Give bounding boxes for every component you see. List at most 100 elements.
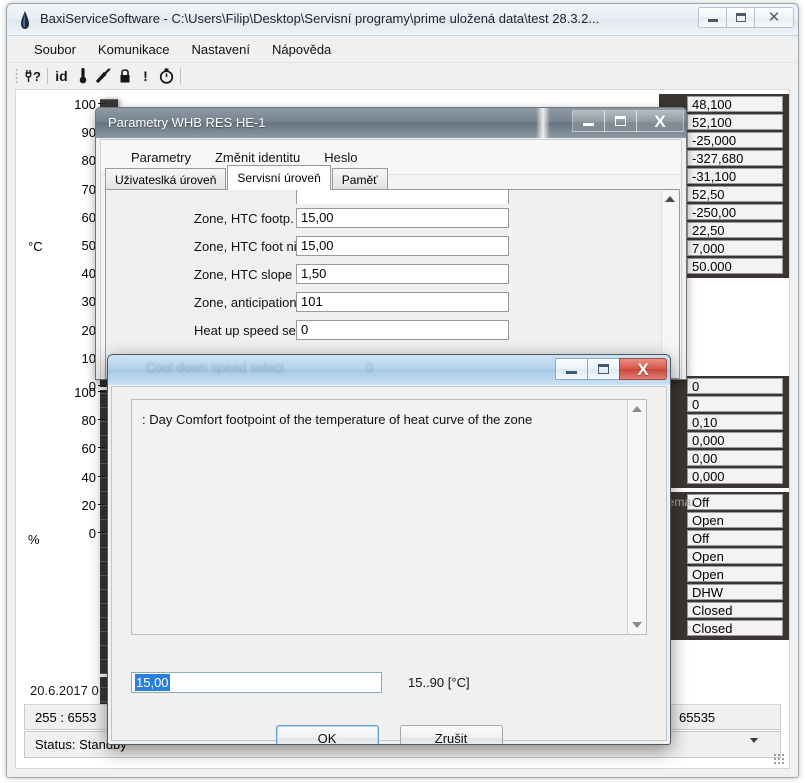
main-window-controls: ✕: [698, 7, 794, 28]
tab-uzivatelska-uroven[interactable]: Uživateslká úroveň: [105, 168, 227, 190]
celsius-tick-label: 40: [81, 266, 96, 282]
value-field[interactable]: 7,000: [687, 240, 783, 256]
resize-grip[interactable]: [773, 753, 785, 765]
wrench-icon[interactable]: [93, 66, 114, 86]
minimize-button[interactable]: [698, 7, 727, 28]
value-field[interactable]: Open: [687, 548, 783, 564]
params-minimize-button[interactable]: [572, 110, 605, 132]
param-value-input[interactable]: 15,00: [296, 208, 509, 228]
value-field[interactable]: 52,100: [687, 114, 783, 130]
value-field[interactable]: 50.000: [687, 258, 783, 274]
edit-maximize-button[interactable]: [587, 358, 620, 380]
value-row: 0,00: [659, 450, 789, 466]
tick-mark: [98, 391, 105, 392]
celsius-tick: 50: [44, 238, 105, 253]
value-field[interactable]: Off: [687, 530, 783, 546]
value-field[interactable]: 0,00: [687, 450, 783, 466]
percent-tick: 20: [44, 497, 105, 513]
param-value-input[interactable]: [296, 190, 509, 204]
id-icon[interactable]: id: [51, 66, 72, 86]
celsius-tick: 30: [44, 294, 105, 309]
edit-close-button[interactable]: X: [619, 358, 667, 380]
value-row: DHW: [659, 584, 789, 600]
menu-komunikace[interactable]: Komunikace: [87, 39, 181, 60]
value-field[interactable]: Open: [687, 566, 783, 582]
celsius-tick: 70: [44, 182, 105, 197]
cancel-button[interactable]: Zrušit: [399, 725, 503, 744]
params-maximize-button[interactable]: [604, 110, 637, 132]
param-row: Heat up speed selection 0: [106, 316, 679, 344]
dialog-buttons: OK Zrušit: [112, 725, 666, 744]
ok-button[interactable]: OK: [275, 725, 379, 744]
value-field[interactable]: -250,00: [687, 204, 783, 220]
chevron-up-icon[interactable]: [632, 406, 642, 412]
params-scrollbar[interactable]: [661, 191, 678, 377]
celsius-tick: 60: [44, 210, 105, 225]
maximize-icon: [598, 364, 609, 374]
value-field[interactable]: Off: [687, 494, 783, 510]
stopwatch-icon[interactable]: [156, 66, 177, 86]
chevron-down-icon[interactable]: [750, 738, 758, 743]
param-value-input[interactable]: 101: [296, 292, 509, 312]
edit-dialog-ghost-label: Cool down speed select: [146, 360, 285, 375]
params-close-button[interactable]: X: [636, 110, 684, 132]
value-field[interactable]: -327,680: [687, 150, 783, 166]
value-field[interactable]: -31,100: [687, 168, 783, 184]
value-field[interactable]: 0,000: [687, 468, 783, 484]
menu-soubor[interactable]: Soubor: [23, 39, 87, 60]
close-button[interactable]: ✕: [754, 7, 794, 28]
value-field[interactable]: 52,50: [687, 186, 783, 202]
menu-nastaveni[interactable]: Nastavení: [180, 39, 261, 60]
param-label: Heat up speed selection: [194, 322, 334, 338]
value-field[interactable]: 22,50: [687, 222, 783, 238]
chevron-down-icon[interactable]: [632, 622, 642, 628]
connection-query-icon[interactable]: ?: [23, 66, 44, 86]
percent-tick-label: 20: [81, 497, 96, 513]
chevron-up-icon[interactable]: [665, 196, 675, 202]
main-titlebar: BaxiServiceSoftware - C:\Users\Filip\Des…: [7, 4, 798, 36]
param-value-input[interactable]: 15,00: [296, 236, 509, 256]
value-input[interactable]: 15,00: [131, 671, 382, 693]
alarm-exclamation-icon[interactable]: !: [135, 66, 156, 86]
lock-icon[interactable]: [114, 66, 135, 86]
param-value-input[interactable]: 1,50: [296, 264, 509, 284]
param-row: Zone, anticipation 101: [106, 288, 679, 316]
param-label: Zone, HTC footp.: [194, 210, 294, 226]
params-rows: Zone, HTC footp. 15,00 Zone, HTC foot nigh…: [106, 190, 679, 344]
maximize-button[interactable]: [726, 7, 755, 28]
params-dialog-title: Parametry WHB RES HE-1: [108, 115, 266, 130]
description-scrollbar[interactable]: [627, 400, 646, 634]
param-label: Zone, HTC foot night: [194, 238, 315, 254]
value-field[interactable]: 0,000: [687, 432, 783, 448]
value-field[interactable]: DHW: [687, 584, 783, 600]
value-field[interactable]: 0,10: [687, 414, 783, 430]
percent-tick: 60: [44, 441, 105, 456]
thermometer-icon[interactable]: [72, 66, 93, 86]
edit-dialog-titlebar: Cool down speed select 0 X: [108, 355, 670, 385]
value-field[interactable]: 0: [687, 378, 783, 394]
close-icon: ✕: [767, 9, 781, 26]
toolbar-grip[interactable]: [15, 67, 18, 84]
value-field[interactable]: 48,100: [687, 96, 783, 112]
tick-mark: [98, 532, 105, 533]
percent-tick-label: 100: [74, 385, 96, 400]
menu-napoveda[interactable]: Nápověda: [261, 39, 342, 60]
celsius-tick-label: 100: [74, 97, 96, 112]
param-value-input[interactable]: 0: [296, 320, 509, 340]
close-icon: X: [637, 359, 649, 379]
value-field[interactable]: 0: [687, 396, 783, 412]
celsius-tick-label: 50: [81, 238, 96, 253]
value-field[interactable]: -25,000: [687, 132, 783, 148]
celsius-tick: 10: [44, 351, 105, 366]
edit-window-controls: X: [555, 358, 667, 380]
celsius-tick-label: 20: [81, 322, 96, 338]
tick-mark: [98, 503, 105, 505]
value-field[interactable]: Closed: [687, 620, 783, 636]
percent-tick: 40: [44, 470, 105, 485]
tab-servisni-uroven[interactable]: Servisní úroveň: [227, 165, 331, 190]
value-field[interactable]: Open: [687, 512, 783, 528]
value-row: Open: [659, 548, 789, 564]
edit-minimize-button[interactable]: [555, 358, 588, 380]
value-field[interactable]: Closed: [687, 602, 783, 618]
tab-pamet[interactable]: Paměť: [331, 168, 388, 190]
